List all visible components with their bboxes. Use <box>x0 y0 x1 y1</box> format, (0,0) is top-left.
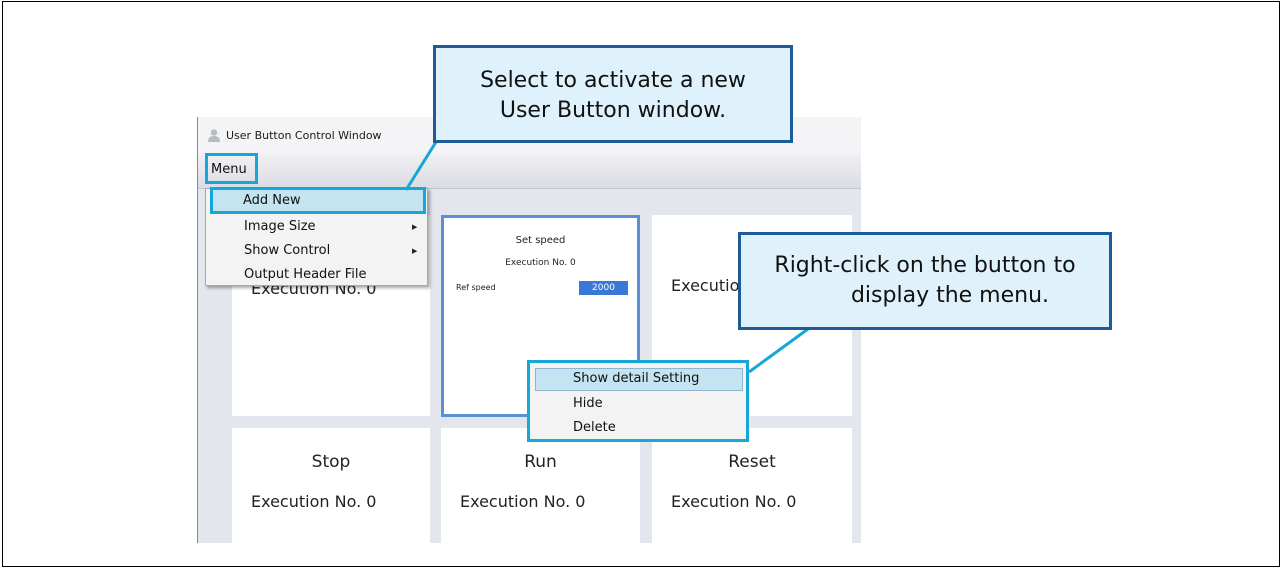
context-menu: Show detail Setting Hide Delete <box>527 360 749 442</box>
menu-bar <box>198 154 861 189</box>
context-item-delete[interactable]: Delete <box>573 420 616 435</box>
button-title: Reset <box>728 452 776 472</box>
execution-count: Execution No. 0 <box>505 258 576 268</box>
callout-text-line: Right-click on the button to <box>774 253 1076 278</box>
menu-item-label: Add New <box>243 193 301 208</box>
execution-count: Executio <box>671 276 740 295</box>
callout-text-line: User Button window. <box>499 98 727 123</box>
menu-highlight-box <box>205 153 258 184</box>
submenu-arrow-icon: ▶ <box>412 223 418 231</box>
execution-count: Execution No. 0 <box>671 492 797 511</box>
callout-add-new: Select to activate a new User Button win… <box>433 45 793 143</box>
button-title: Run <box>524 452 557 472</box>
callout-text-line: Select to activate a new <box>480 68 746 93</box>
button-title: Set speed <box>515 235 566 246</box>
menu-item-add-new[interactable]: Add New <box>210 187 426 214</box>
menu-item-output-header-file[interactable]: Output Header File <box>244 267 367 282</box>
ref-speed-label: Ref speed <box>456 283 496 292</box>
user-button-panel-stop[interactable]: Stop Execution No. 0 <box>232 428 430 543</box>
submenu-arrow-icon: ▶ <box>412 247 418 255</box>
button-title: Stop <box>311 452 351 472</box>
user-button-control-window: User Button Control Window Menu Executio… <box>197 117 861 543</box>
menu-item-show-control[interactable]: Show Control <box>244 243 330 258</box>
user-button-panel-run[interactable]: Run Execution No. 0 <box>441 428 640 543</box>
callout-right-click: Right-click on the button to display the… <box>738 232 1112 330</box>
callout-text-line: display the menu. <box>850 283 1050 308</box>
user-button-panel-reset[interactable]: Reset Execution No. 0 <box>652 428 852 543</box>
context-item-show-detail-setting[interactable]: Show detail Setting <box>573 371 699 386</box>
user-icon <box>208 129 220 142</box>
menu-item-image-size[interactable]: Image Size <box>244 219 316 234</box>
ref-speed-value[interactable]: 2000 <box>579 281 628 295</box>
context-item-hide[interactable]: Hide <box>573 396 603 411</box>
execution-count: Execution No. 0 <box>460 492 586 511</box>
execution-count: Execution No. 0 <box>251 492 377 511</box>
window-title: User Button Control Window <box>226 129 382 142</box>
